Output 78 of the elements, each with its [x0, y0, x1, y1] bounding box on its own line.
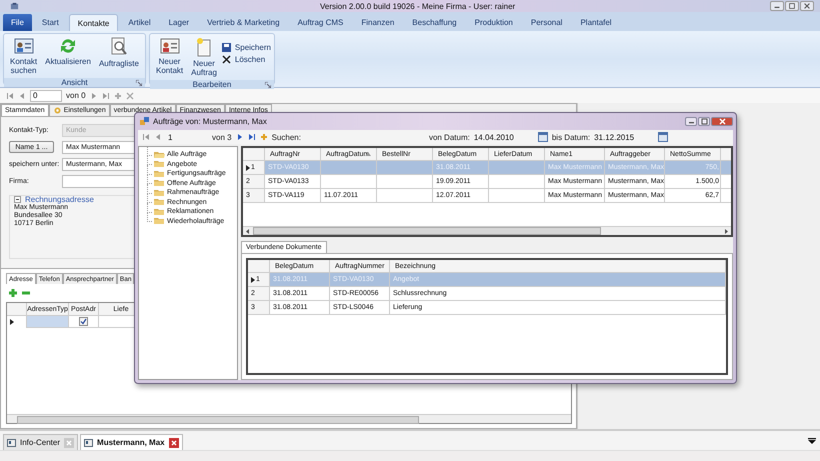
- close-icon[interactable]: [168, 438, 179, 448]
- dialog-launcher-icon[interactable]: [264, 82, 271, 88]
- maximize-icon: [788, 2, 796, 10]
- ribbon-tab[interactable]: Kontakte: [68, 14, 118, 31]
- delete-icon: [222, 55, 231, 64]
- ribbon-tab[interactable]: Personal: [522, 14, 570, 31]
- ribbon-button[interactable]: Speichern: [222, 43, 271, 52]
- window-icon: [140, 117, 149, 126]
- ribbon-tab[interactable]: Start: [34, 14, 67, 31]
- group-label: Bearbeiten: [192, 80, 232, 90]
- record-count: von 3: [212, 132, 232, 142]
- last-record-icon[interactable]: [102, 92, 110, 100]
- row-pointer-icon: [251, 276, 255, 282]
- dialog-title: Aufträge von: Mustermann, Max: [153, 117, 267, 126]
- ribbon-button[interactable]: Kontakt suchen: [7, 35, 40, 78]
- maximize-button[interactable]: [698, 117, 710, 126]
- row-pointer-icon: [246, 164, 250, 170]
- date-field[interactable]: 14.04.2010: [474, 132, 534, 142]
- date-field[interactable]: 31.12.2015: [594, 132, 654, 142]
- position-field[interactable]: 0: [30, 90, 62, 102]
- dialog-launcher-icon[interactable]: [136, 80, 142, 86]
- ribbon-button[interactable]: Auftragliste: [96, 35, 142, 70]
- search-label: Suchen:: [272, 132, 301, 142]
- minimize-button[interactable]: [685, 117, 697, 126]
- app-icon: [10, 2, 19, 10]
- calendar-icon[interactable]: [658, 132, 668, 142]
- ribbon-tab[interactable]: Vertrieb & Marketing: [199, 14, 288, 31]
- ribbon-tab[interactable]: Produktion: [466, 14, 521, 31]
- first-record-icon[interactable]: [6, 92, 14, 100]
- collapse-icon[interactable]: [14, 196, 21, 203]
- horizontal-scrollbar[interactable]: [7, 414, 571, 423]
- maximize-button[interactable]: [785, 1, 799, 11]
- group-label: Ansicht: [61, 78, 88, 88]
- previous-record-icon[interactable]: [18, 92, 26, 100]
- save-icon: [222, 43, 231, 52]
- settings-icon: [52, 106, 62, 115]
- position-field[interactable]: 1: [166, 132, 208, 142]
- ribbon-button[interactable]: Neuer Kontakt: [152, 35, 186, 78]
- next-record-icon[interactable]: [90, 92, 98, 100]
- card-icon: [7, 438, 16, 446]
- card-icon: [84, 438, 94, 446]
- ribbon-tab[interactable]: Finanzen: [353, 14, 402, 31]
- contact-card-icon: [14, 37, 34, 55]
- contact-card-icon: [160, 37, 180, 55]
- document-tab[interactable]: Mustermann, Max: [80, 434, 183, 450]
- window-title: Version 2.00.0 build 19026 - Meine Firma - User: rainer: [320, 2, 516, 10]
- close-button[interactable]: [800, 1, 814, 11]
- ribbon-button[interactable]: Löschen: [222, 55, 271, 64]
- new-document-icon: [196, 37, 212, 57]
- ribbon-tab[interactable]: Artikel: [120, 14, 159, 31]
- date-label: von Datum:: [428, 132, 470, 142]
- ribbon-tab[interactable]: Lager: [160, 14, 198, 31]
- close-button[interactable]: [711, 117, 733, 126]
- horizontal-scrollbar[interactable]: [243, 226, 731, 235]
- close-icon: [803, 2, 811, 10]
- record-count: von 0: [66, 91, 86, 100]
- minimize-button[interactable]: [770, 1, 784, 11]
- first-record-icon[interactable]: [142, 133, 150, 141]
- ribbon-tab[interactable]: Plantafel: [572, 14, 620, 31]
- file-tab[interactable]: File: [3, 14, 32, 31]
- scroll-left-icon[interactable]: [245, 228, 250, 234]
- maximize-icon: [700, 118, 708, 125]
- ribbon-tab[interactable]: Beschaffung: [404, 14, 465, 31]
- ribbon-tab[interactable]: Auftrag CMS: [290, 14, 352, 31]
- close-icon: [718, 118, 726, 125]
- document-tab[interactable]: Info-Center: [3, 434, 78, 450]
- add-icon[interactable]: [8, 288, 18, 298]
- refresh-icon: [59, 37, 78, 55]
- document-search-icon: [110, 37, 128, 57]
- dropdown-icon[interactable]: [808, 438, 816, 444]
- calendar-icon[interactable]: [538, 132, 548, 142]
- ribbon-button[interactable]: Neuer Auftrag: [188, 35, 220, 80]
- scroll-right-icon[interactable]: [724, 228, 729, 234]
- group-title: Rechnungsadresse: [25, 195, 94, 204]
- ribbon-button[interactable]: Aktualisieren: [42, 35, 94, 68]
- last-record-icon[interactable]: [248, 133, 256, 141]
- checkbox[interactable]: [79, 317, 88, 326]
- date-label: bis Datum:: [552, 132, 590, 142]
